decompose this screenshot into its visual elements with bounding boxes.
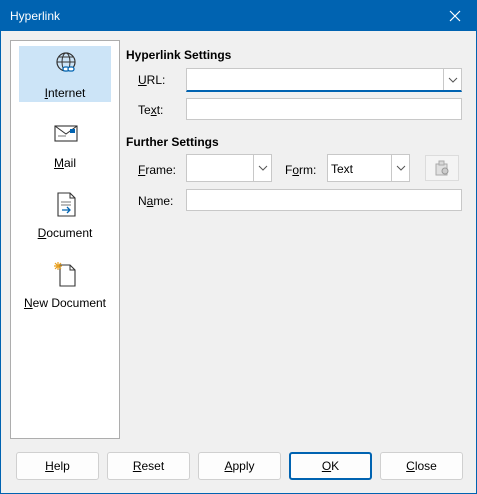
text-input[interactable] xyxy=(186,98,462,120)
sidebar-item-label: Mail xyxy=(53,156,76,170)
hyperlink-type-sidebar: Internet Mail Document New Document xyxy=(10,40,120,439)
reset-button[interactable]: Reset xyxy=(107,452,190,480)
chevron-down-icon xyxy=(396,165,405,171)
sidebar-item-label: Document xyxy=(37,226,93,240)
document-icon xyxy=(57,192,76,217)
frame-label: Frame: xyxy=(138,163,177,177)
hyperlink-settings-heading: Hyperlink Settings xyxy=(126,48,232,62)
sidebar-item-internet[interactable]: Internet xyxy=(19,46,111,102)
help-button[interactable]: Help xyxy=(16,452,99,480)
events-button[interactable] xyxy=(425,155,459,181)
url-combobox[interactable] xyxy=(186,68,462,92)
sidebar-item-document[interactable]: Document xyxy=(19,186,111,242)
globe-link-icon xyxy=(56,52,76,72)
frame-dropdown-button[interactable] xyxy=(253,155,271,181)
sidebar-item-mail[interactable]: Mail xyxy=(19,116,111,172)
url-dropdown-button[interactable] xyxy=(443,69,461,90)
close-button[interactable]: Close xyxy=(380,452,463,480)
sidebar-item-new-document[interactable]: New Document xyxy=(19,256,111,312)
chevron-down-icon xyxy=(258,165,267,171)
sidebar-item-label: New Document xyxy=(23,296,107,310)
dialog-title: Hyperlink xyxy=(10,9,61,23)
url-label: URL: xyxy=(138,73,166,87)
close-window-button[interactable] xyxy=(434,1,476,31)
further-settings-heading: Further Settings xyxy=(126,135,219,149)
ok-button[interactable]: OK xyxy=(289,452,372,480)
form-selected-value: Text xyxy=(331,162,354,176)
name-input[interactable] xyxy=(186,189,462,211)
envelope-icon xyxy=(54,125,78,142)
chevron-down-icon xyxy=(448,77,457,83)
text-label: Text: xyxy=(138,103,164,117)
frame-combobox[interactable] xyxy=(186,154,272,182)
close-icon xyxy=(449,10,461,22)
macro-events-icon xyxy=(435,160,449,176)
name-label: Name: xyxy=(138,194,174,208)
form-label: Form: xyxy=(285,163,317,177)
title-bar: Hyperlink xyxy=(1,1,476,31)
form-select[interactable]: Text xyxy=(327,154,410,182)
form-dropdown-button[interactable] xyxy=(391,155,409,181)
sidebar-item-label: Internet xyxy=(44,86,86,100)
hyperlink-dialog: Hyperlink Internet Mail Document New Doc… xyxy=(0,0,477,494)
apply-button[interactable]: Apply xyxy=(198,452,281,480)
new-document-icon xyxy=(54,262,76,287)
